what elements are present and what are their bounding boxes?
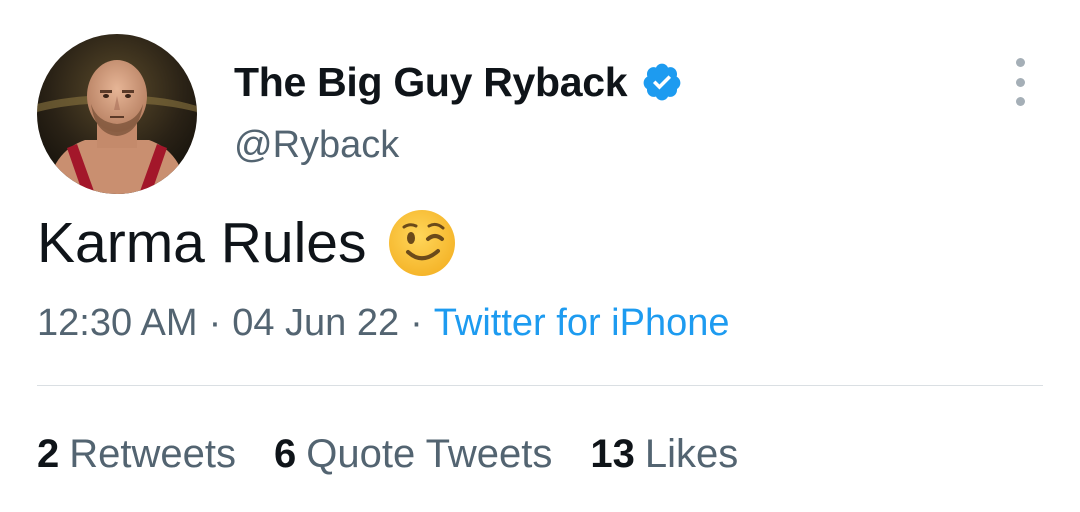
more-options-icon[interactable]	[1005, 58, 1035, 106]
avatar[interactable]	[37, 34, 197, 194]
tweet-stats: 2 Retweets 6 Quote Tweets 13 Likes	[37, 432, 776, 477]
tweet-text: Karma Rules	[37, 211, 367, 275]
meta-separator: ·	[208, 302, 222, 344]
retweets-stat[interactable]: 2 Retweets	[37, 432, 236, 477]
likes-stat[interactable]: 13 Likes	[590, 432, 738, 477]
likes-count: 13	[590, 432, 635, 476]
quote-tweets-count: 6	[274, 432, 297, 476]
quote-tweets-label: Quote Tweets	[306, 432, 553, 476]
divider	[37, 385, 1043, 386]
more-dot	[1015, 97, 1025, 106]
tweet-source-link[interactable]: Twitter for iPhone	[434, 302, 730, 344]
more-dot	[1015, 77, 1025, 87]
tweet-date: 04 Jun 22	[232, 302, 400, 344]
quote-tweets-stat[interactable]: 6 Quote Tweets	[274, 432, 552, 477]
retweets-count: 2	[37, 432, 60, 476]
more-dot	[1015, 58, 1025, 67]
tweet-card: The Big Guy Ryback @Ryback Karma Rules 1…	[0, 0, 1080, 512]
meta-separator: ·	[410, 302, 423, 344]
verified-badge-icon	[641, 61, 683, 103]
tweet-meta: 12:30 AM · 04 Jun 22 · Twitter for iPhone	[37, 302, 729, 345]
likes-label: Likes	[644, 432, 739, 476]
tweet-time: 12:30 AM	[37, 302, 198, 344]
display-name[interactable]: The Big Guy Ryback	[234, 59, 628, 106]
author-name-row: The Big Guy Ryback	[234, 56, 683, 108]
winking-face-emoji-icon	[386, 207, 458, 279]
author-handle[interactable]: @Ryback	[234, 124, 399, 167]
tweet-text-row: Karma Rules	[37, 208, 458, 278]
retweets-label: Retweets	[69, 432, 236, 476]
